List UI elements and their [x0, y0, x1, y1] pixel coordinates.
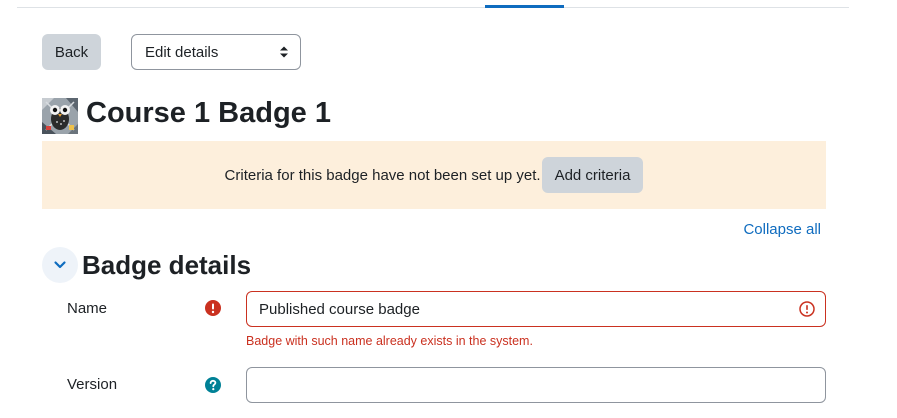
active-tab-indicator	[485, 5, 564, 8]
page-title: Course 1 Badge 1	[86, 97, 331, 129]
select-arrows-icon	[280, 46, 288, 58]
criteria-alert-message: Criteria for this badge have not been se…	[224, 166, 541, 184]
chevron-down-icon	[54, 261, 66, 269]
name-input[interactable]	[246, 291, 826, 327]
section-title: Badge details	[82, 250, 252, 280]
name-label: Name	[67, 300, 108, 317]
add-criteria-button[interactable]: Add criteria	[541, 157, 644, 193]
back-button[interactable]: Back	[42, 34, 101, 70]
action-select-value: Edit details	[145, 43, 219, 61]
action-select[interactable]: Edit details	[131, 34, 301, 70]
badge-image	[42, 98, 78, 134]
name-error-message: Badge with such name already exists in t…	[246, 334, 533, 348]
version-label: Version	[67, 376, 118, 393]
collapse-all-link[interactable]: Collapse all	[743, 221, 821, 238]
criteria-alert: Criteria for this badge have not been se…	[42, 141, 826, 209]
exclamation-circle-icon	[205, 300, 221, 316]
version-input[interactable]	[246, 367, 826, 403]
section-toggle-button[interactable]	[42, 247, 78, 283]
question-circle-icon[interactable]	[205, 377, 221, 393]
top-divider	[17, 7, 849, 8]
